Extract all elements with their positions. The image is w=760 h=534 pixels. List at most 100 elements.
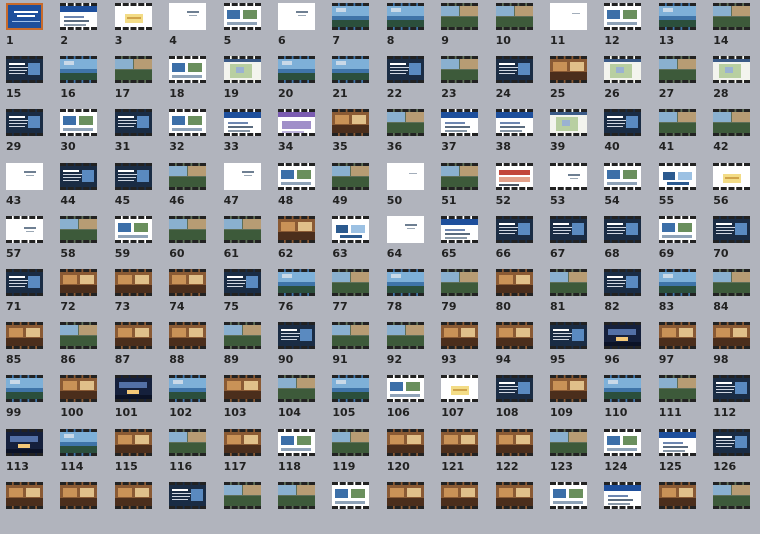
slide-thumbnail-77[interactable]: 77 xyxy=(332,269,386,321)
slide-thumbnail-127[interactable] xyxy=(6,481,60,534)
slide-preview[interactable] xyxy=(6,56,43,84)
slide-preview[interactable] xyxy=(604,215,642,243)
slide-thumbnail-137[interactable] xyxy=(550,481,604,534)
slide-preview[interactable] xyxy=(713,428,751,456)
slide-preview[interactable] xyxy=(658,322,696,350)
slide-thumbnail-51[interactable]: 51 xyxy=(441,162,495,215)
slide-preview[interactable] xyxy=(441,269,479,296)
slide-thumbnail-58[interactable]: 58 xyxy=(60,215,114,268)
slide-thumbnail-66[interactable]: 66 xyxy=(495,215,550,268)
slide-preview[interactable] xyxy=(278,375,315,403)
slide-preview[interactable] xyxy=(604,109,642,137)
slide-thumbnail-53[interactable]: 53 xyxy=(550,162,604,215)
slide-preview[interactable] xyxy=(604,375,642,403)
slide-preview[interactable] xyxy=(658,269,696,296)
slide-thumbnail-128[interactable] xyxy=(60,481,114,534)
slide-thumbnail-94[interactable]: 94 xyxy=(495,322,550,374)
slide-thumbnail-74[interactable]: 74 xyxy=(169,269,223,321)
slide-preview[interactable] xyxy=(60,162,98,190)
slide-preview[interactable] xyxy=(550,269,587,296)
slide-thumbnail-36[interactable]: 36 xyxy=(386,109,441,161)
slide-thumbnail-97[interactable]: 97 xyxy=(658,322,713,374)
slide-preview[interactable] xyxy=(386,375,424,403)
slide-thumbnail-65[interactable]: 65 xyxy=(441,215,495,268)
slide-preview[interactable] xyxy=(60,56,98,84)
slide-thumbnail-140[interactable] xyxy=(713,481,760,534)
slide-thumbnail-95[interactable]: 95 xyxy=(550,322,604,374)
slide-preview[interactable] xyxy=(278,269,315,296)
slide-thumbnail-33[interactable]: 33 xyxy=(223,109,278,161)
slide-thumbnail-75[interactable]: 75 xyxy=(223,269,278,321)
slide-preview[interactable] xyxy=(441,3,479,30)
slide-thumbnail-91[interactable]: 91 xyxy=(332,322,386,374)
slide-preview[interactable] xyxy=(441,481,479,509)
slide-preview[interactable] xyxy=(332,481,370,509)
slide-preview[interactable] xyxy=(223,269,261,296)
slide-preview[interactable] xyxy=(114,56,152,84)
slide-preview[interactable] xyxy=(6,215,43,243)
slide-thumbnail-116[interactable]: 116 xyxy=(169,428,223,481)
slide-preview[interactable] xyxy=(278,162,315,190)
slide-preview[interactable] xyxy=(441,322,479,350)
slide-thumbnail-64[interactable]: 64 xyxy=(386,215,441,268)
slide-preview[interactable] xyxy=(169,375,207,403)
slide-preview[interactable] xyxy=(169,109,207,137)
slide-thumbnail-12[interactable]: 12 xyxy=(604,3,658,55)
slide-preview[interactable] xyxy=(6,109,43,137)
slide-preview[interactable] xyxy=(658,162,696,190)
slide-thumbnail-101[interactable]: 101 xyxy=(114,375,169,427)
slide-preview[interactable] xyxy=(278,428,315,456)
slide-thumbnail-112[interactable]: 112 xyxy=(713,375,760,427)
slide-preview[interactable] xyxy=(550,428,587,456)
slide-thumbnail-118[interactable]: 118 xyxy=(278,428,332,481)
slide-thumbnail-34[interactable]: 34 xyxy=(278,109,332,161)
slide-thumbnail-132[interactable] xyxy=(278,481,332,534)
slide-preview[interactable] xyxy=(6,3,43,30)
slide-thumbnail-23[interactable]: 23 xyxy=(441,56,495,108)
slide-preview[interactable] xyxy=(658,375,696,403)
slide-thumbnail-41[interactable]: 41 xyxy=(658,109,713,161)
slide-thumbnail-114[interactable]: 114 xyxy=(60,428,114,481)
slide-thumbnail-85[interactable]: 85 xyxy=(6,322,60,374)
slide-thumbnail-56[interactable]: 56 xyxy=(713,162,760,215)
slide-preview[interactable] xyxy=(6,375,43,403)
slide-preview[interactable] xyxy=(114,3,152,30)
slide-preview[interactable] xyxy=(658,3,696,30)
slide-thumbnail-139[interactable] xyxy=(658,481,713,534)
slide-preview[interactable] xyxy=(169,56,207,84)
slide-thumbnail-96[interactable]: 96 xyxy=(604,322,658,374)
slide-thumbnail-115[interactable]: 115 xyxy=(114,428,169,481)
slide-preview[interactable] xyxy=(713,162,751,190)
slide-preview[interactable] xyxy=(114,428,152,456)
slide-thumbnail-125[interactable]: 125 xyxy=(658,428,713,481)
slide-preview[interactable] xyxy=(658,481,696,509)
slide-thumbnail-134[interactable] xyxy=(386,481,441,534)
slide-thumbnail-14[interactable]: 14 xyxy=(713,3,760,55)
slide-preview[interactable] xyxy=(169,322,207,350)
slide-preview[interactable] xyxy=(441,215,479,243)
slide-preview[interactable] xyxy=(6,269,43,296)
slide-preview[interactable] xyxy=(60,3,98,30)
slide-preview[interactable] xyxy=(332,322,370,350)
slide-thumbnail-39[interactable]: 39 xyxy=(550,109,604,161)
slide-preview[interactable] xyxy=(60,428,98,456)
slide-thumbnail-55[interactable]: 55 xyxy=(658,162,713,215)
slide-preview[interactable] xyxy=(713,322,751,350)
slide-thumbnail-80[interactable]: 80 xyxy=(495,269,550,321)
slide-preview[interactable] xyxy=(550,375,587,403)
slide-preview[interactable] xyxy=(658,428,696,456)
slide-thumbnail-45[interactable]: 45 xyxy=(114,162,169,215)
slide-thumbnail-120[interactable]: 120 xyxy=(386,428,441,481)
slide-thumbnail-10[interactable]: 10 xyxy=(495,3,550,55)
slide-preview[interactable] xyxy=(332,3,370,30)
slide-thumbnail-121[interactable]: 121 xyxy=(441,428,495,481)
slide-preview[interactable] xyxy=(441,56,479,84)
slide-preview[interactable] xyxy=(495,481,533,509)
slide-thumbnail-68[interactable]: 68 xyxy=(604,215,658,268)
slide-thumbnail-62[interactable]: 62 xyxy=(278,215,332,268)
slide-preview[interactable] xyxy=(278,56,315,84)
slide-thumbnail-78[interactable]: 78 xyxy=(386,269,441,321)
slide-preview[interactable] xyxy=(114,109,152,137)
slide-thumbnail-13[interactable]: 13 xyxy=(658,3,713,55)
slide-thumbnail-47[interactable]: 47 xyxy=(223,162,278,215)
